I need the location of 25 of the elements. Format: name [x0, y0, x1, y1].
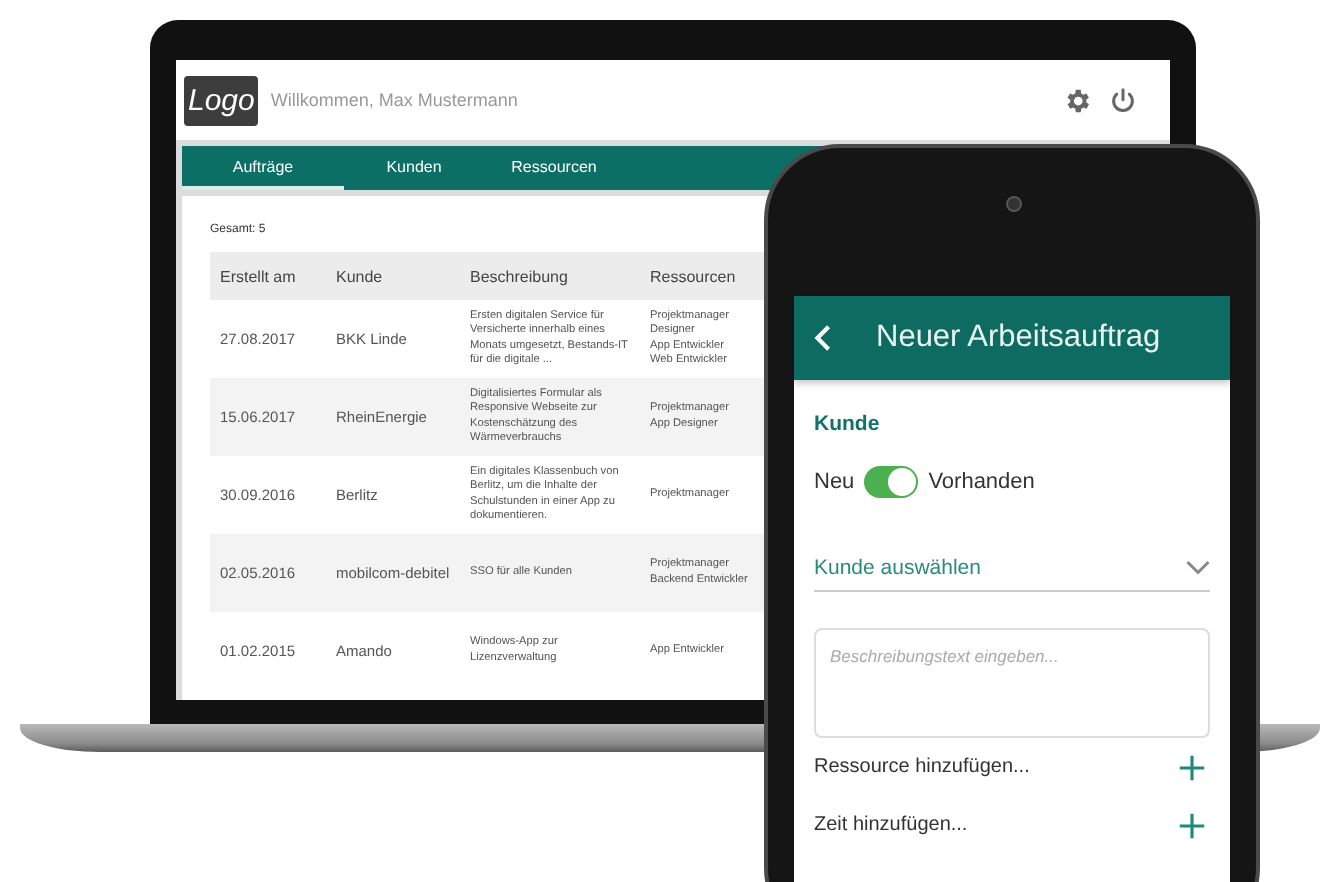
- screen-title: Neuer Arbeitsauftrag: [876, 320, 1161, 356]
- column-header: Beschreibung: [460, 252, 640, 300]
- logo: Logo: [184, 75, 259, 125]
- customer-dropdown[interactable]: Kunde auswählen: [814, 556, 1210, 592]
- nav-tab[interactable]: Aufträge: [182, 146, 344, 190]
- toggle-label: Vorhanden: [928, 470, 1035, 494]
- power-icon[interactable]: [1108, 85, 1138, 115]
- camera-icon: [1006, 196, 1022, 212]
- welcome-text: Willkommen, Max Mustermann: [270, 90, 518, 110]
- section-label: Kunde: [814, 412, 882, 436]
- column-header: Ressourcen: [640, 252, 768, 300]
- toggle-switch[interactable]: [864, 466, 919, 498]
- nav-tab[interactable]: Ressourcen: [484, 146, 624, 190]
- column-header: Kunde: [326, 252, 460, 300]
- back-icon[interactable]: [814, 324, 832, 352]
- description-field[interactable]: Beschreibungstext eingeben...: [814, 628, 1210, 738]
- toggle-label: Neu: [814, 470, 855, 494]
- plus-icon[interactable]: [1178, 811, 1206, 839]
- action-label[interactable]: Ressource hinzufügen...: [814, 756, 1030, 778]
- chevron-icon: [1186, 560, 1210, 576]
- nav-tab[interactable]: Kunden: [344, 146, 484, 190]
- settings-icon[interactable]: [1062, 85, 1092, 115]
- action-label[interactable]: Zeit hinzufügen...: [814, 814, 968, 836]
- plus-icon[interactable]: [1178, 753, 1206, 781]
- column-header: Erstellt am: [210, 252, 326, 300]
